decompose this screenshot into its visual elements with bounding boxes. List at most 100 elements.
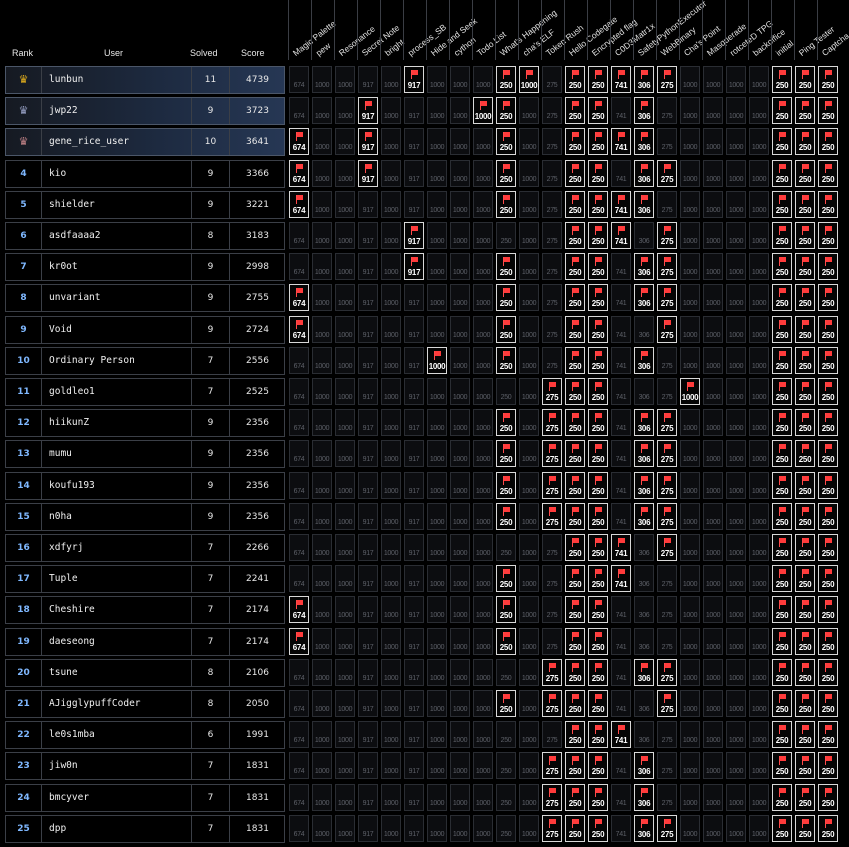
table-row[interactable]: 10 Ordinary Person 7 2556 xyxy=(5,346,285,375)
challenge-cell[interactable]: 1000 xyxy=(450,253,470,281)
table-row[interactable]: 22 le0s1mba 6 1991 xyxy=(5,721,285,750)
user-name[interactable]: dpp xyxy=(42,815,192,842)
challenge-cell[interactable]: 1000 xyxy=(381,222,401,249)
table-row[interactable]: 14 koufu193 9 2356 xyxy=(5,471,285,500)
challenge-cell[interactable]: 306 xyxy=(634,627,654,655)
challenge-cell-solved[interactable]: 250 xyxy=(818,190,838,218)
challenge-cell-solved[interactable]: 250 xyxy=(772,190,792,218)
challenge-header[interactable]: rotceteD TPG xyxy=(725,0,775,60)
challenge-cell[interactable]: 1000 xyxy=(726,534,746,561)
challenge-cell[interactable]: 275 xyxy=(542,128,562,156)
challenge-cell-solved[interactable]: 275 xyxy=(542,752,562,780)
challenge-cell-solved[interactable]: 275 xyxy=(542,690,562,717)
challenge-cell[interactable]: 1000 xyxy=(427,253,447,281)
challenge-header[interactable]: Magic Palette xyxy=(288,0,338,60)
challenge-cell[interactable]: 1000 xyxy=(726,128,746,156)
challenge-cell-solved[interactable]: 250 xyxy=(795,253,815,281)
challenge-cell[interactable]: 1000 xyxy=(381,284,401,312)
challenge-cell-solved[interactable]: 250 xyxy=(772,253,792,281)
challenge-cell-solved[interactable]: 250 xyxy=(818,409,838,437)
challenge-cell[interactable]: 1000 xyxy=(312,97,332,125)
challenge-cell[interactable]: 1000 xyxy=(703,690,723,717)
challenge-cell-solved[interactable]: 674 xyxy=(289,128,309,156)
challenge-cell[interactable]: 1000 xyxy=(450,128,470,156)
challenge-cell-solved[interactable]: 250 xyxy=(588,222,608,249)
challenge-cell-solved[interactable]: 250 xyxy=(795,752,815,780)
challenge-cell[interactable]: 1000 xyxy=(680,596,700,624)
challenge-cell-solved[interactable]: 250 xyxy=(496,190,516,218)
challenge-cell[interactable]: 1000 xyxy=(680,159,700,187)
challenge-cell[interactable]: 917 xyxy=(358,502,378,530)
challenge-cell[interactable]: 917 xyxy=(404,159,424,187)
challenge-cell-solved[interactable]: 250 xyxy=(565,502,585,530)
user-name[interactable]: shielder xyxy=(42,191,192,218)
challenge-cell-solved[interactable]: 250 xyxy=(496,159,516,187)
challenge-cell-solved[interactable]: 250 xyxy=(588,783,608,811)
challenge-cell[interactable]: 1000 xyxy=(427,159,447,187)
challenge-cell-solved[interactable]: 250 xyxy=(772,596,792,624)
challenge-cell-solved[interactable]: 250 xyxy=(772,783,792,811)
challenge-cell[interactable]: 1000 xyxy=(726,471,746,499)
challenge-cell[interactable]: 1000 xyxy=(427,814,447,842)
challenge-cell[interactable]: 741 xyxy=(611,97,631,125)
challenge-cell-solved[interactable]: 250 xyxy=(772,502,792,530)
challenge-cell-solved[interactable]: 917 xyxy=(358,159,378,187)
challenge-cell[interactable]: 917 xyxy=(404,721,424,749)
challenge-cell[interactable]: 741 xyxy=(611,440,631,468)
challenge-cell-solved[interactable]: 741 xyxy=(611,721,631,749)
challenge-cell[interactable]: 674 xyxy=(289,409,309,437)
challenge-cell-solved[interactable]: 250 xyxy=(818,596,838,624)
challenge-cell[interactable]: 1000 xyxy=(381,534,401,561)
challenge-cell[interactable]: 917 xyxy=(358,471,378,499)
challenge-cell[interactable]: 1000 xyxy=(703,814,723,842)
challenge-cell-solved[interactable]: 250 xyxy=(772,534,792,561)
challenge-header[interactable]: Resonance xyxy=(334,0,377,60)
challenge-cell[interactable]: 917 xyxy=(358,66,378,93)
user-name[interactable]: jiw0n xyxy=(42,753,192,780)
challenge-cell-solved[interactable]: 275 xyxy=(657,658,677,686)
challenge-cell[interactable]: 1000 xyxy=(473,315,493,343)
challenge-cell-solved[interactable]: 250 xyxy=(772,752,792,780)
challenge-cell-solved[interactable]: 250 xyxy=(795,315,815,343)
table-row[interactable]: 12 hiikunZ 9 2356 xyxy=(5,409,285,438)
challenge-header[interactable]: cha's ELF xyxy=(518,0,557,60)
challenge-cell-solved[interactable]: 250 xyxy=(818,814,838,842)
challenge-cell-solved[interactable]: 250 xyxy=(795,658,815,686)
challenge-cell-solved[interactable]: 250 xyxy=(588,814,608,842)
user-name[interactable]: jwp22 xyxy=(42,98,192,125)
challenge-cell-solved[interactable]: 250 xyxy=(772,378,792,405)
challenge-cell-solved[interactable]: 250 xyxy=(565,128,585,156)
challenge-cell[interactable]: 741 xyxy=(611,284,631,312)
challenge-cell[interactable]: 1000 xyxy=(473,690,493,717)
challenge-header[interactable]: C0D3Matr1x xyxy=(610,0,657,60)
challenge-cell[interactable]: 1000 xyxy=(427,534,447,561)
challenge-cell-solved[interactable]: 250 xyxy=(588,596,608,624)
challenge-cell[interactable]: 1000 xyxy=(749,128,769,156)
challenge-cell[interactable]: 917 xyxy=(404,284,424,312)
challenge-cell-solved[interactable]: 250 xyxy=(588,128,608,156)
challenge-cell[interactable]: 1000 xyxy=(312,346,332,374)
challenge-cell[interactable]: 1000 xyxy=(427,565,447,593)
challenge-cell[interactable]: 1000 xyxy=(519,409,539,437)
challenge-cell[interactable]: 306 xyxy=(634,222,654,249)
challenge-header[interactable]: What's Happening xyxy=(495,0,559,60)
challenge-cell[interactable]: 1000 xyxy=(703,315,723,343)
user-name[interactable]: koufu193 xyxy=(42,472,192,499)
challenge-cell[interactable]: 1000 xyxy=(680,253,700,281)
challenge-cell[interactable]: 275 xyxy=(657,128,677,156)
challenge-cell[interactable]: 275 xyxy=(542,721,562,749)
challenge-cell[interactable]: 1000 xyxy=(335,721,355,749)
challenge-cell[interactable]: 1000 xyxy=(335,502,355,530)
challenge-cell[interactable]: 1000 xyxy=(726,346,746,374)
challenge-cell-solved[interactable]: 741 xyxy=(611,565,631,593)
challenge-cell[interactable]: 1000 xyxy=(680,534,700,561)
challenge-cell[interactable]: 1000 xyxy=(335,222,355,249)
challenge-cell[interactable]: 1000 xyxy=(749,565,769,593)
challenge-cell-solved[interactable]: 250 xyxy=(496,690,516,717)
challenge-cell-solved[interactable]: 250 xyxy=(588,752,608,780)
challenge-cell[interactable]: 1000 xyxy=(335,253,355,281)
challenge-cell[interactable]: 1000 xyxy=(473,190,493,218)
challenge-cell[interactable]: 306 xyxy=(634,690,654,717)
challenge-cell-solved[interactable]: 250 xyxy=(496,471,516,499)
challenge-cell[interactable]: 1000 xyxy=(312,752,332,780)
